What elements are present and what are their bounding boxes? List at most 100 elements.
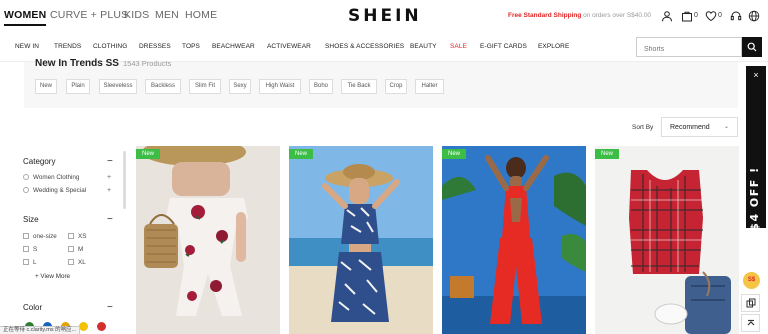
tag-sleeveless[interactable]: Sleeveless bbox=[99, 79, 137, 94]
radio-icon bbox=[23, 187, 29, 193]
sort-dropdown[interactable]: Recommend ⌄ bbox=[661, 117, 738, 137]
nav-explore[interactable]: EXPLORE bbox=[538, 43, 569, 50]
back-to-top-button[interactable] bbox=[741, 314, 760, 332]
product-card[interactable]: New bbox=[136, 146, 280, 334]
filter-option-label: Wedding & Special bbox=[33, 187, 87, 194]
search-input[interactable] bbox=[637, 40, 741, 59]
size-xs[interactable]: XS bbox=[68, 233, 86, 240]
bag-count: 0 bbox=[694, 12, 698, 19]
checkbox-icon bbox=[68, 259, 74, 265]
sort-label: Sort By bbox=[632, 124, 654, 131]
floating-coupon-button[interactable]: S$ bbox=[743, 272, 760, 289]
tag-halter[interactable]: Halter bbox=[415, 79, 444, 94]
tag-new[interactable]: New bbox=[35, 79, 57, 94]
size-option-label: XL bbox=[78, 259, 86, 266]
heart-icon[interactable] bbox=[705, 10, 717, 22]
new-badge: New bbox=[595, 149, 620, 159]
search-box bbox=[636, 37, 742, 59]
product-image bbox=[595, 146, 739, 334]
tag-plain[interactable]: Plain bbox=[66, 79, 90, 94]
copy-icon bbox=[746, 298, 755, 308]
tag-tie-back[interactable]: Tie Back bbox=[341, 79, 377, 94]
headset-icon[interactable] bbox=[730, 10, 742, 22]
checkbox-icon bbox=[23, 246, 29, 252]
product-card[interactable]: New bbox=[595, 146, 739, 334]
color-swatch-yellow[interactable] bbox=[79, 322, 88, 331]
shein-logo[interactable]: SHEIN bbox=[348, 6, 422, 26]
coupon-side-tab[interactable]: × GET S$4 OFF ! bbox=[746, 66, 766, 274]
color-swatch-red[interactable] bbox=[97, 322, 106, 331]
nav-trends[interactable]: TRENDS bbox=[54, 43, 81, 50]
tab-women[interactable]: WOMEN bbox=[4, 9, 47, 26]
product-card[interactable]: New bbox=[289, 146, 433, 334]
nav-tops[interactable]: TOPS bbox=[182, 43, 200, 50]
filter-women-clothing[interactable]: Women Clothing bbox=[23, 174, 79, 181]
size-option-label: L bbox=[33, 259, 37, 266]
close-icon[interactable]: × bbox=[746, 70, 766, 80]
checkbox-icon bbox=[68, 233, 74, 239]
checkbox-icon bbox=[23, 233, 29, 239]
size-option-label: S bbox=[33, 246, 38, 253]
filter-wedding-special[interactable]: Wedding & Special bbox=[23, 187, 86, 194]
size-option-label: one-size bbox=[33, 233, 57, 240]
bag-icon[interactable] bbox=[681, 10, 693, 22]
filter-size-title[interactable]: Size bbox=[23, 215, 39, 224]
top-bar: WOMEN CURVE + PLUS KIDS MEN HOME SHEIN F… bbox=[0, 0, 768, 32]
nav-beachwear[interactable]: BEACHWEAR bbox=[212, 43, 255, 50]
chevron-down-icon: ⌄ bbox=[723, 124, 729, 130]
size-xl[interactable]: XL bbox=[68, 259, 86, 266]
search-icon bbox=[747, 42, 757, 52]
size-one-size[interactable]: one-size bbox=[23, 233, 57, 240]
collapse-color-icon[interactable]: − bbox=[107, 303, 113, 313]
checkbox-icon bbox=[23, 259, 29, 265]
new-badge: New bbox=[289, 149, 314, 159]
nav-clothing[interactable]: CLOTHING bbox=[93, 43, 127, 50]
globe-icon[interactable] bbox=[748, 10, 760, 22]
expand-wedding-special-icon[interactable]: + bbox=[107, 187, 111, 194]
search-button[interactable] bbox=[742, 37, 762, 57]
collapse-category-icon[interactable]: − bbox=[107, 157, 113, 167]
shipping-promo-highlight: Free Standard Shipping bbox=[508, 12, 582, 19]
new-badge: New bbox=[136, 149, 161, 159]
tag-high-waist[interactable]: High Waist bbox=[259, 79, 301, 94]
compare-button[interactable] bbox=[741, 294, 760, 312]
size-m[interactable]: M bbox=[68, 246, 83, 253]
sidebar-scrollbar[interactable] bbox=[123, 151, 126, 209]
view-more-sizes-link[interactable]: + View More bbox=[35, 273, 70, 280]
tag-sexy[interactable]: Sexy bbox=[229, 79, 251, 94]
nav-dresses[interactable]: DRESSES bbox=[139, 43, 171, 50]
nav-beauty[interactable]: BEAUTY bbox=[410, 43, 437, 50]
checkbox-icon bbox=[68, 246, 74, 252]
filter-category-title[interactable]: Category bbox=[23, 157, 55, 166]
collapse-size-icon[interactable]: − bbox=[107, 215, 113, 225]
expand-women-clothing-icon[interactable]: + bbox=[107, 174, 111, 181]
tag-backless[interactable]: Backless bbox=[145, 79, 181, 94]
tag-crop[interactable]: Crop bbox=[385, 79, 407, 94]
product-image bbox=[289, 146, 433, 334]
size-l[interactable]: L bbox=[23, 259, 37, 266]
nav-shoes-accessories[interactable]: SHOES & ACCESSORIES bbox=[325, 43, 404, 50]
tab-home[interactable]: HOME bbox=[185, 9, 217, 21]
size-option-label: M bbox=[78, 246, 84, 253]
size-option-label: XS bbox=[78, 233, 87, 240]
product-count: 1543 Products bbox=[123, 59, 172, 68]
tag-slim-fit[interactable]: Slim Fit bbox=[189, 79, 221, 94]
product-image bbox=[136, 146, 280, 334]
arrow-up-icon bbox=[747, 319, 754, 326]
page-title: New In Trends SS bbox=[35, 58, 119, 69]
product-card[interactable]: New bbox=[442, 146, 586, 334]
nav-new-in[interactable]: NEW IN bbox=[15, 43, 39, 50]
size-s[interactable]: S bbox=[23, 246, 37, 253]
nav-activewear[interactable]: ACTIVEWEAR bbox=[267, 43, 311, 50]
filter-color-title[interactable]: Color bbox=[23, 303, 42, 312]
tag-boho[interactable]: Boho bbox=[309, 79, 333, 94]
tab-kids[interactable]: KIDS bbox=[124, 9, 149, 21]
tab-curve-plus[interactable]: CURVE + PLUS bbox=[50, 9, 128, 21]
coupon-side-tab-text: GET S$4 OFF ! bbox=[748, 166, 761, 274]
shipping-promo[interactable]: Free Standard Shipping on orders over S$… bbox=[508, 12, 651, 19]
nav-sale[interactable]: SALE bbox=[450, 43, 467, 50]
tab-men[interactable]: MEN bbox=[155, 9, 179, 21]
user-icon[interactable] bbox=[661, 10, 673, 22]
sort-value: Recommend bbox=[670, 124, 710, 131]
nav-e-gift-cards[interactable]: E-GIFT CARDS bbox=[480, 43, 527, 50]
